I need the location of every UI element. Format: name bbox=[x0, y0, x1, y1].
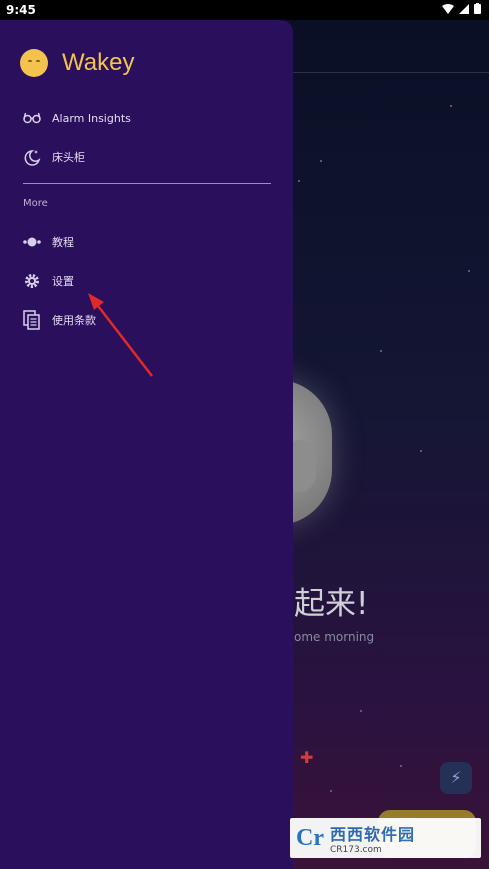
watermark-url: CR173.com bbox=[329, 845, 382, 855]
status-icons bbox=[442, 3, 481, 14]
drawer-item-alarm-insights[interactable]: Alarm Insights bbox=[22, 104, 272, 132]
drawer-item-terms[interactable]: 使用条款 bbox=[22, 306, 272, 334]
document-copy-icon bbox=[22, 310, 42, 330]
star bbox=[400, 765, 402, 767]
drawer-divider bbox=[23, 183, 271, 184]
watermark-text: 西西软件园 CR173.com bbox=[330, 821, 415, 855]
watermark-logo: Cr bbox=[296, 824, 324, 851]
star bbox=[320, 160, 322, 162]
drawer-item-tutorial[interactable]: 教程 bbox=[22, 228, 272, 256]
app-name: Wakey bbox=[62, 49, 135, 76]
drawer-item-nightstand[interactable]: 床头柜 bbox=[22, 143, 272, 171]
gear-icon bbox=[22, 271, 42, 291]
plus-icon: ✚ bbox=[300, 748, 314, 767]
star bbox=[360, 710, 362, 712]
glasses-icon bbox=[22, 108, 42, 128]
moon-stars-icon bbox=[22, 147, 42, 167]
navigation-drawer: Wakey Alarm Insights 床头柜 More 教程 设置 使用条款 bbox=[0, 20, 293, 869]
section-title-more: More bbox=[23, 198, 48, 209]
drawer-item-label: 设置 bbox=[52, 275, 74, 288]
drawer-item-settings[interactable]: 设置 bbox=[22, 267, 272, 295]
flash-button[interactable]: ⚡ bbox=[440, 762, 472, 794]
status-time: 9:45 bbox=[6, 3, 36, 17]
drawer-item-label: Alarm Insights bbox=[52, 111, 131, 125]
wake-title: 起来! bbox=[294, 586, 369, 622]
signal-icon bbox=[459, 3, 469, 14]
wakey-logo-icon bbox=[20, 49, 48, 77]
star bbox=[380, 350, 382, 352]
drawer-header: Wakey bbox=[20, 49, 134, 77]
lightning-icon: ⚡ bbox=[450, 768, 462, 787]
drawer-item-label: 使用条款 bbox=[52, 314, 96, 327]
star bbox=[298, 180, 300, 182]
star bbox=[450, 105, 452, 107]
status-bar: 9:45 bbox=[0, 0, 489, 20]
drawer-item-label: 教程 bbox=[52, 236, 74, 249]
star bbox=[330, 790, 332, 792]
wifi-icon bbox=[442, 3, 454, 14]
battery-icon bbox=[474, 3, 481, 14]
star bbox=[468, 270, 470, 272]
tutorial-icon bbox=[22, 232, 42, 252]
site-watermark: Cr 西西软件园 CR173.com bbox=[290, 818, 481, 858]
drawer-item-label: 床头柜 bbox=[52, 151, 85, 164]
wake-subtitle: ome morning bbox=[294, 630, 375, 644]
watermark-cn: 西西软件园 bbox=[329, 825, 415, 844]
star bbox=[420, 450, 422, 452]
